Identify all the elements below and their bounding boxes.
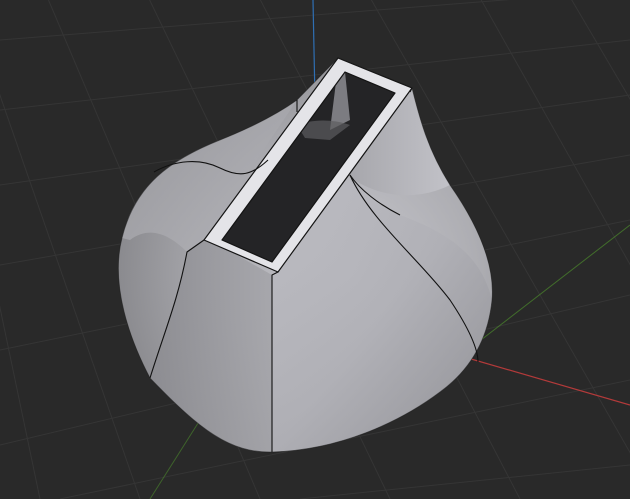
y-axis-negative [149, 419, 201, 499]
viewport-canvas[interactable] [0, 0, 630, 499]
3d-viewport[interactable] [0, 0, 630, 499]
mesh-object[interactable] [118, 57, 493, 453]
